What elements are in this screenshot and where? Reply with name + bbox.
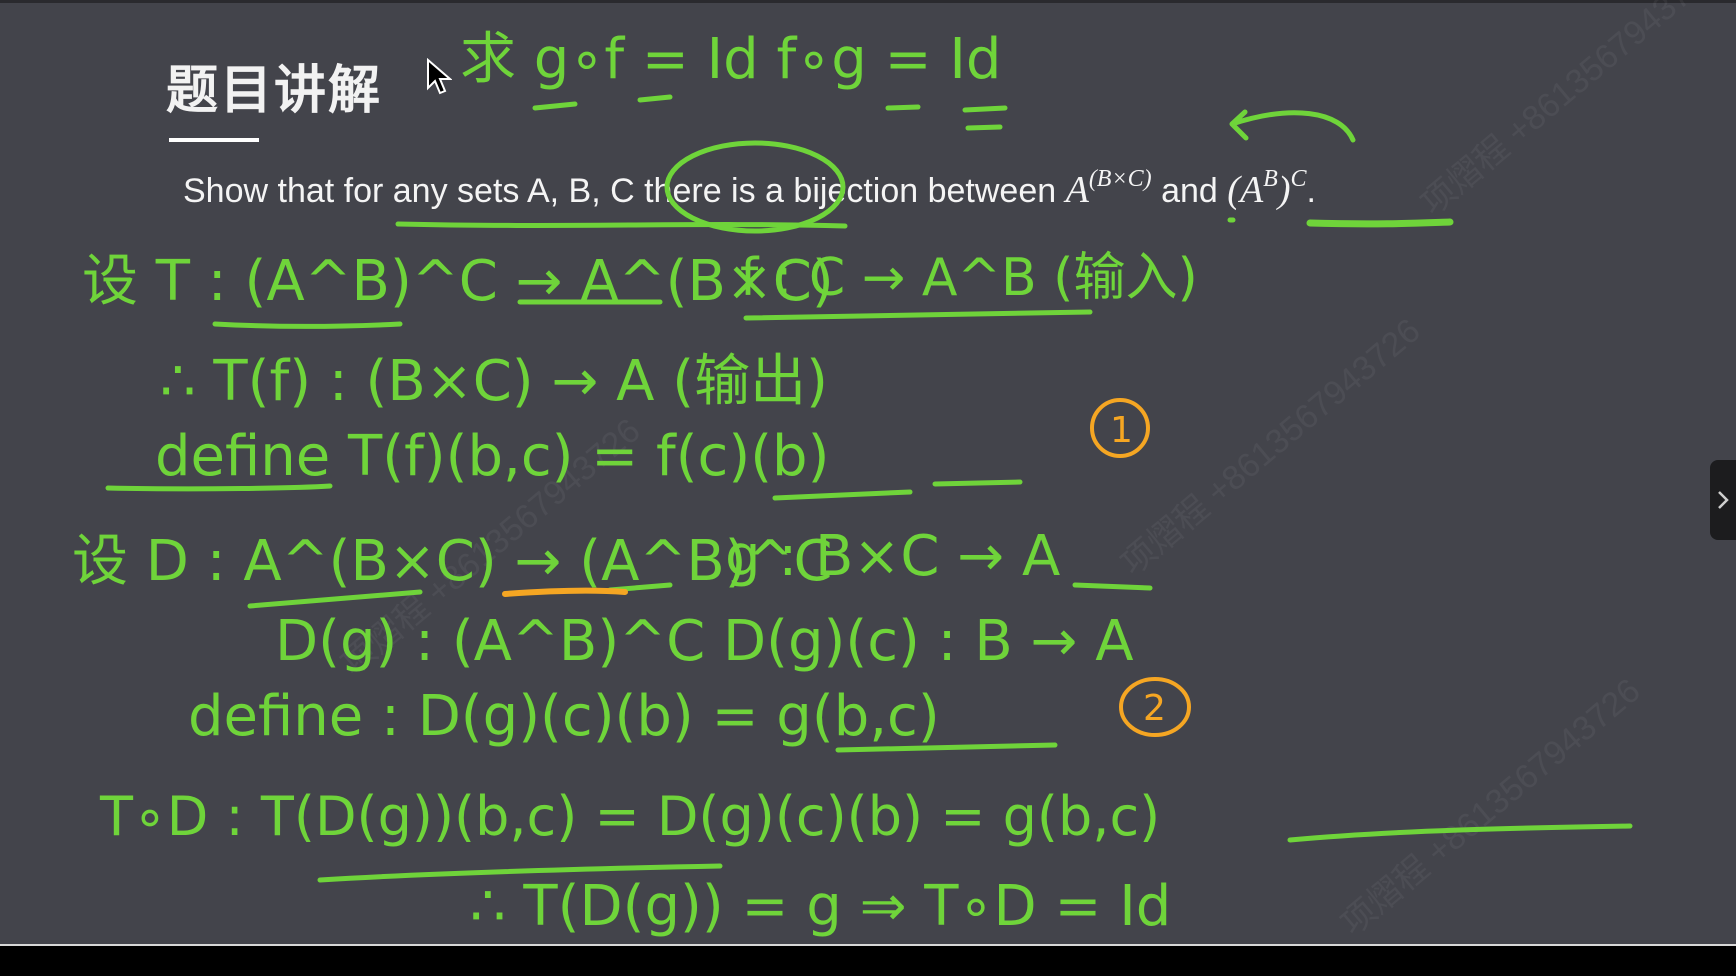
slide-canvas: 项熠程 +8613567943726 项熠程 +8613567943726 项熠… <box>0 0 1736 946</box>
handwritten-line: 设 T : (A^B)^C → A^(B×C) <box>82 249 834 314</box>
side-panel-toggle[interactable] <box>1710 460 1736 540</box>
handwriting-layer: 求 g∘f = Id f∘g = Id 设 T : (A^B)^C → A^(B… <box>72 27 1633 939</box>
marker-1-label: 1 <box>1110 410 1133 451</box>
underline-stroke <box>1072 582 1153 591</box>
underline-stroke <box>212 321 403 329</box>
marker-2-label: 2 <box>1143 688 1166 729</box>
underline-stroke <box>885 104 921 111</box>
circle-stroke <box>664 140 846 234</box>
underline-stroke <box>532 101 578 111</box>
mouse-pointer-icon <box>426 57 453 101</box>
underline-stroke <box>772 489 913 501</box>
underline-stroke <box>637 94 673 103</box>
handwritten-line: 设 D : A^(B×C) → (A^B)^C <box>72 529 833 594</box>
handwritten-line: D(g) : (A^B)^C D(g)(c) : B → A <box>275 609 1134 674</box>
underline-stroke <box>932 479 1023 487</box>
underline-stroke <box>247 589 423 609</box>
handwritten-line: define T(f)(b,c) = f(c)(b) <box>155 424 829 489</box>
bottom-bar <box>0 946 1736 976</box>
arrow-stroke <box>1229 109 1356 143</box>
handwritten-line: ∴ T(D(g)) = g ⇒ T∘D = Id <box>470 874 1171 939</box>
underline-stroke <box>1306 218 1454 228</box>
underline-stroke <box>395 221 848 229</box>
underline-stroke <box>1287 823 1633 843</box>
underline-stroke <box>962 105 1008 131</box>
handwritten-line: 求 g∘f = Id f∘g = Id <box>460 27 1001 92</box>
handwritten-line: define : D(g)(c)(b) = g(b,c) <box>188 684 940 749</box>
chevron-right-icon <box>1718 491 1729 509</box>
handwritten-line: g : B×C → A <box>725 524 1060 589</box>
handwritten-line: ∴ T(f) : (B×C) → A (输出) <box>160 349 828 414</box>
handwritten-line: f : C → A^B (输入) <box>740 248 1198 308</box>
handwritten-line: T∘D : T(D(g))(b,c) = D(g)(c)(b) = g(b,c) <box>99 785 1160 848</box>
